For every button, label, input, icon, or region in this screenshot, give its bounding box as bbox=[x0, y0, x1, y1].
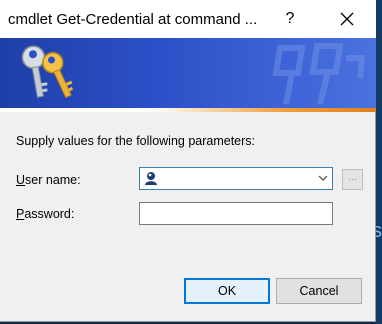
prompt-text: Supply values for the following paramete… bbox=[16, 134, 256, 148]
window-title: cmdlet Get-Credential at command ... bbox=[8, 11, 258, 28]
header-banner bbox=[0, 38, 376, 108]
password-label: Password: bbox=[16, 207, 74, 221]
user-icon bbox=[145, 172, 157, 185]
keys-watermark-icon bbox=[272, 43, 366, 105]
close-icon bbox=[340, 12, 354, 26]
user-name-hotkey: U bbox=[16, 173, 26, 187]
user-name-label-text: ser name: bbox=[25, 173, 81, 187]
banner-divider bbox=[0, 108, 376, 112]
close-button[interactable] bbox=[324, 0, 370, 38]
title-bar: cmdlet Get-Credential at command ... ? bbox=[0, 0, 376, 38]
browse-user-button[interactable]: ... bbox=[342, 169, 363, 190]
background-window bbox=[376, 0, 382, 324]
password-field[interactable] bbox=[139, 202, 333, 225]
help-button[interactable]: ? bbox=[268, 0, 312, 38]
user-name-combobox[interactable] bbox=[139, 167, 333, 190]
credential-dialog: cmdlet Get-Credential at command ... ? S… bbox=[0, 0, 376, 322]
chevron-down-icon[interactable] bbox=[318, 174, 328, 182]
cancel-button[interactable]: Cancel bbox=[276, 278, 362, 304]
ok-button[interactable]: OK bbox=[184, 278, 270, 304]
user-name-label: User name: bbox=[16, 173, 81, 187]
password-label-text: assword: bbox=[24, 207, 75, 221]
keys-icon bbox=[21, 45, 74, 99]
